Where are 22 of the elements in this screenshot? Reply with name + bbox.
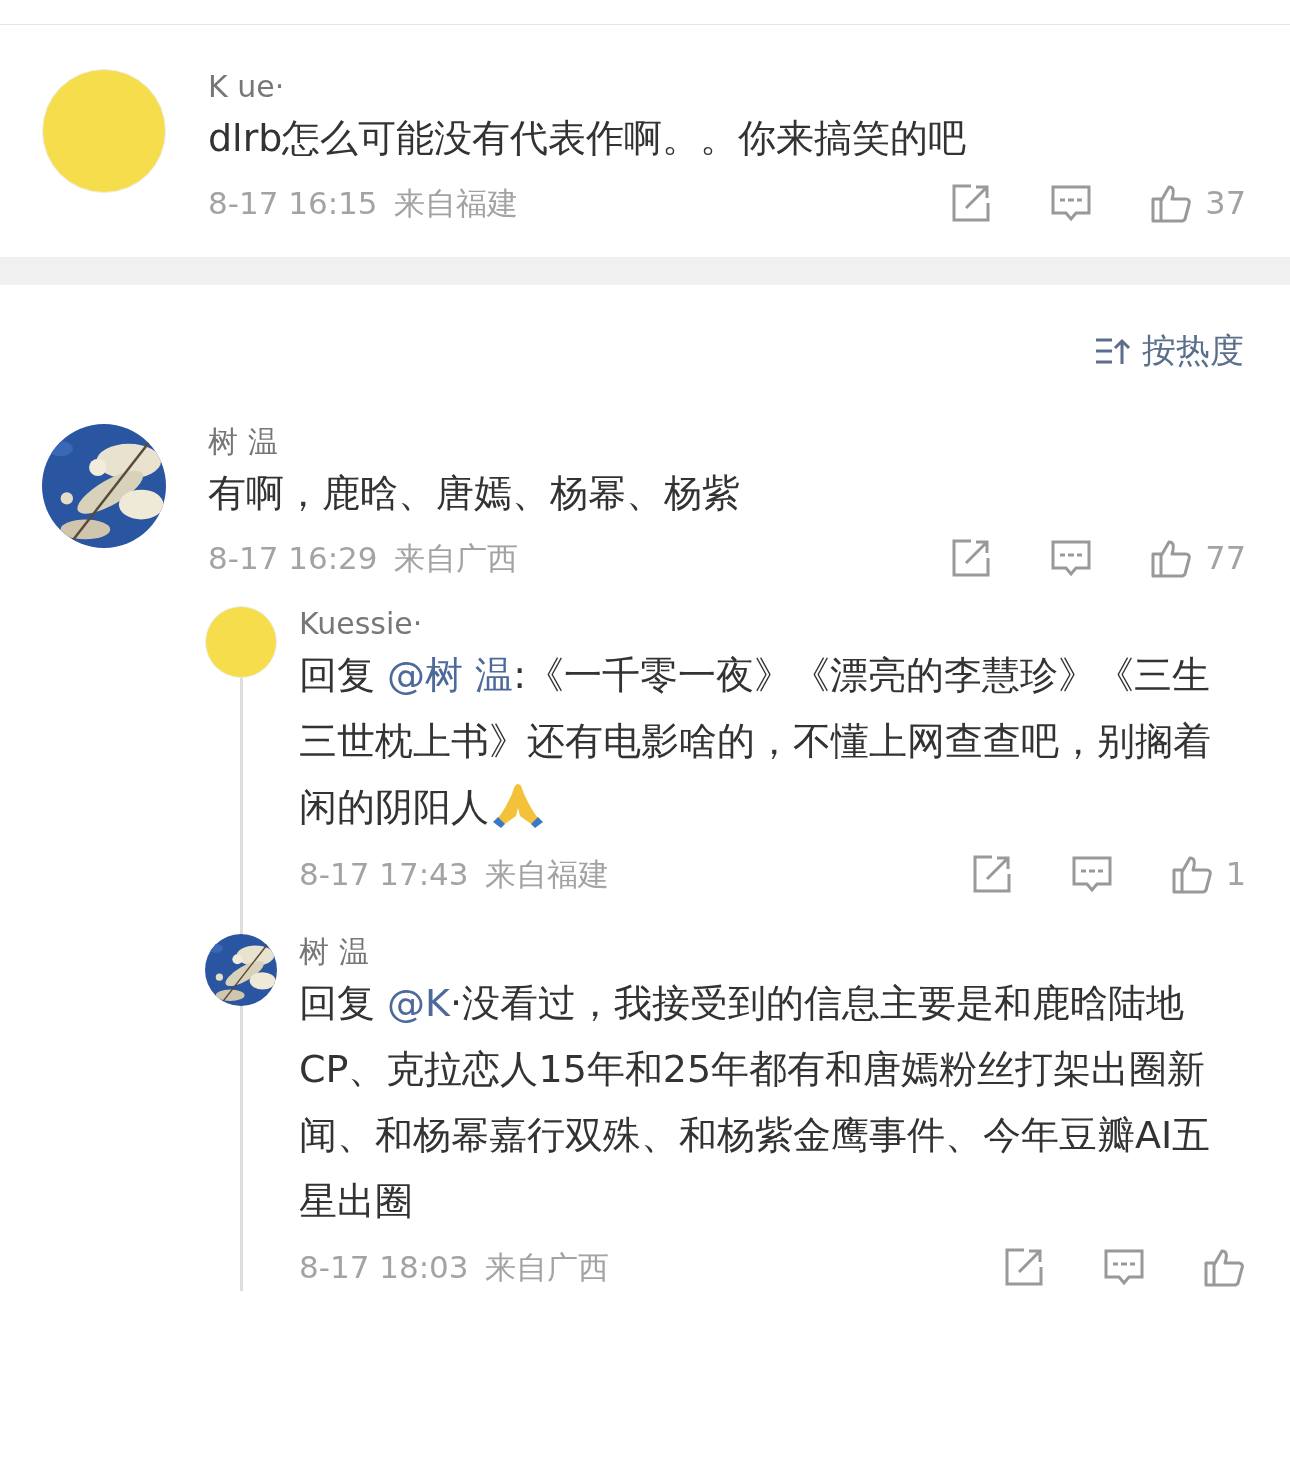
comment-text: 回复 @树 温:《一千零一夜》《漂亮的李慧珍》《三生三世枕上书》还有电影啥的，不懂上网查查吧，别搁着闲的阴阳人 bbox=[299, 652, 1212, 831]
like-count: 37 bbox=[1205, 183, 1246, 224]
username[interactable]: 树 温 bbox=[208, 424, 1246, 460]
comment-location: 来自广西 bbox=[484, 1248, 609, 1287]
mention-link[interactable]: @K bbox=[387, 981, 450, 1025]
comment-time: 8-17 16:15 bbox=[208, 183, 378, 223]
username[interactable]: Kuessie· bbox=[299, 606, 1246, 642]
username[interactable]: K ue· bbox=[208, 69, 1246, 105]
comment-time: 8-17 17:43 bbox=[299, 854, 469, 894]
comment-time: 8-17 18:03 bbox=[299, 1248, 469, 1287]
comment-location: 来自福建 bbox=[484, 854, 609, 894]
comment-location: 来自广西 bbox=[393, 538, 518, 578]
comment-time: 8-17 16:29 bbox=[208, 538, 378, 578]
comment-location: 来自福建 bbox=[393, 183, 518, 223]
comment-text: 有啊，鹿晗、唐嫣、杨幂、杨紫 bbox=[208, 470, 741, 517]
mention-link[interactable]: @树 温 bbox=[387, 653, 514, 697]
comment-text: 回复 @K·没看过，我接受到的信息主要是和鹿晗陆地CP、克拉恋人15年和25年都有和唐嫣粉丝打架出圈新闻、和杨幂嘉行双殊、和杨紫金鹰事件、今年豆瓣AI五星出圈 bbox=[299, 980, 1212, 1225]
like-count: 77 bbox=[1205, 538, 1246, 579]
sort-button[interactable]: 按热度 bbox=[1096, 325, 1244, 376]
like-count: 1 bbox=[1225, 854, 1246, 895]
comment-text: dlrb怎么可能没有代表作啊。。你来搞笑的吧 bbox=[208, 115, 968, 162]
username[interactable]: 树 温 bbox=[299, 934, 1246, 970]
